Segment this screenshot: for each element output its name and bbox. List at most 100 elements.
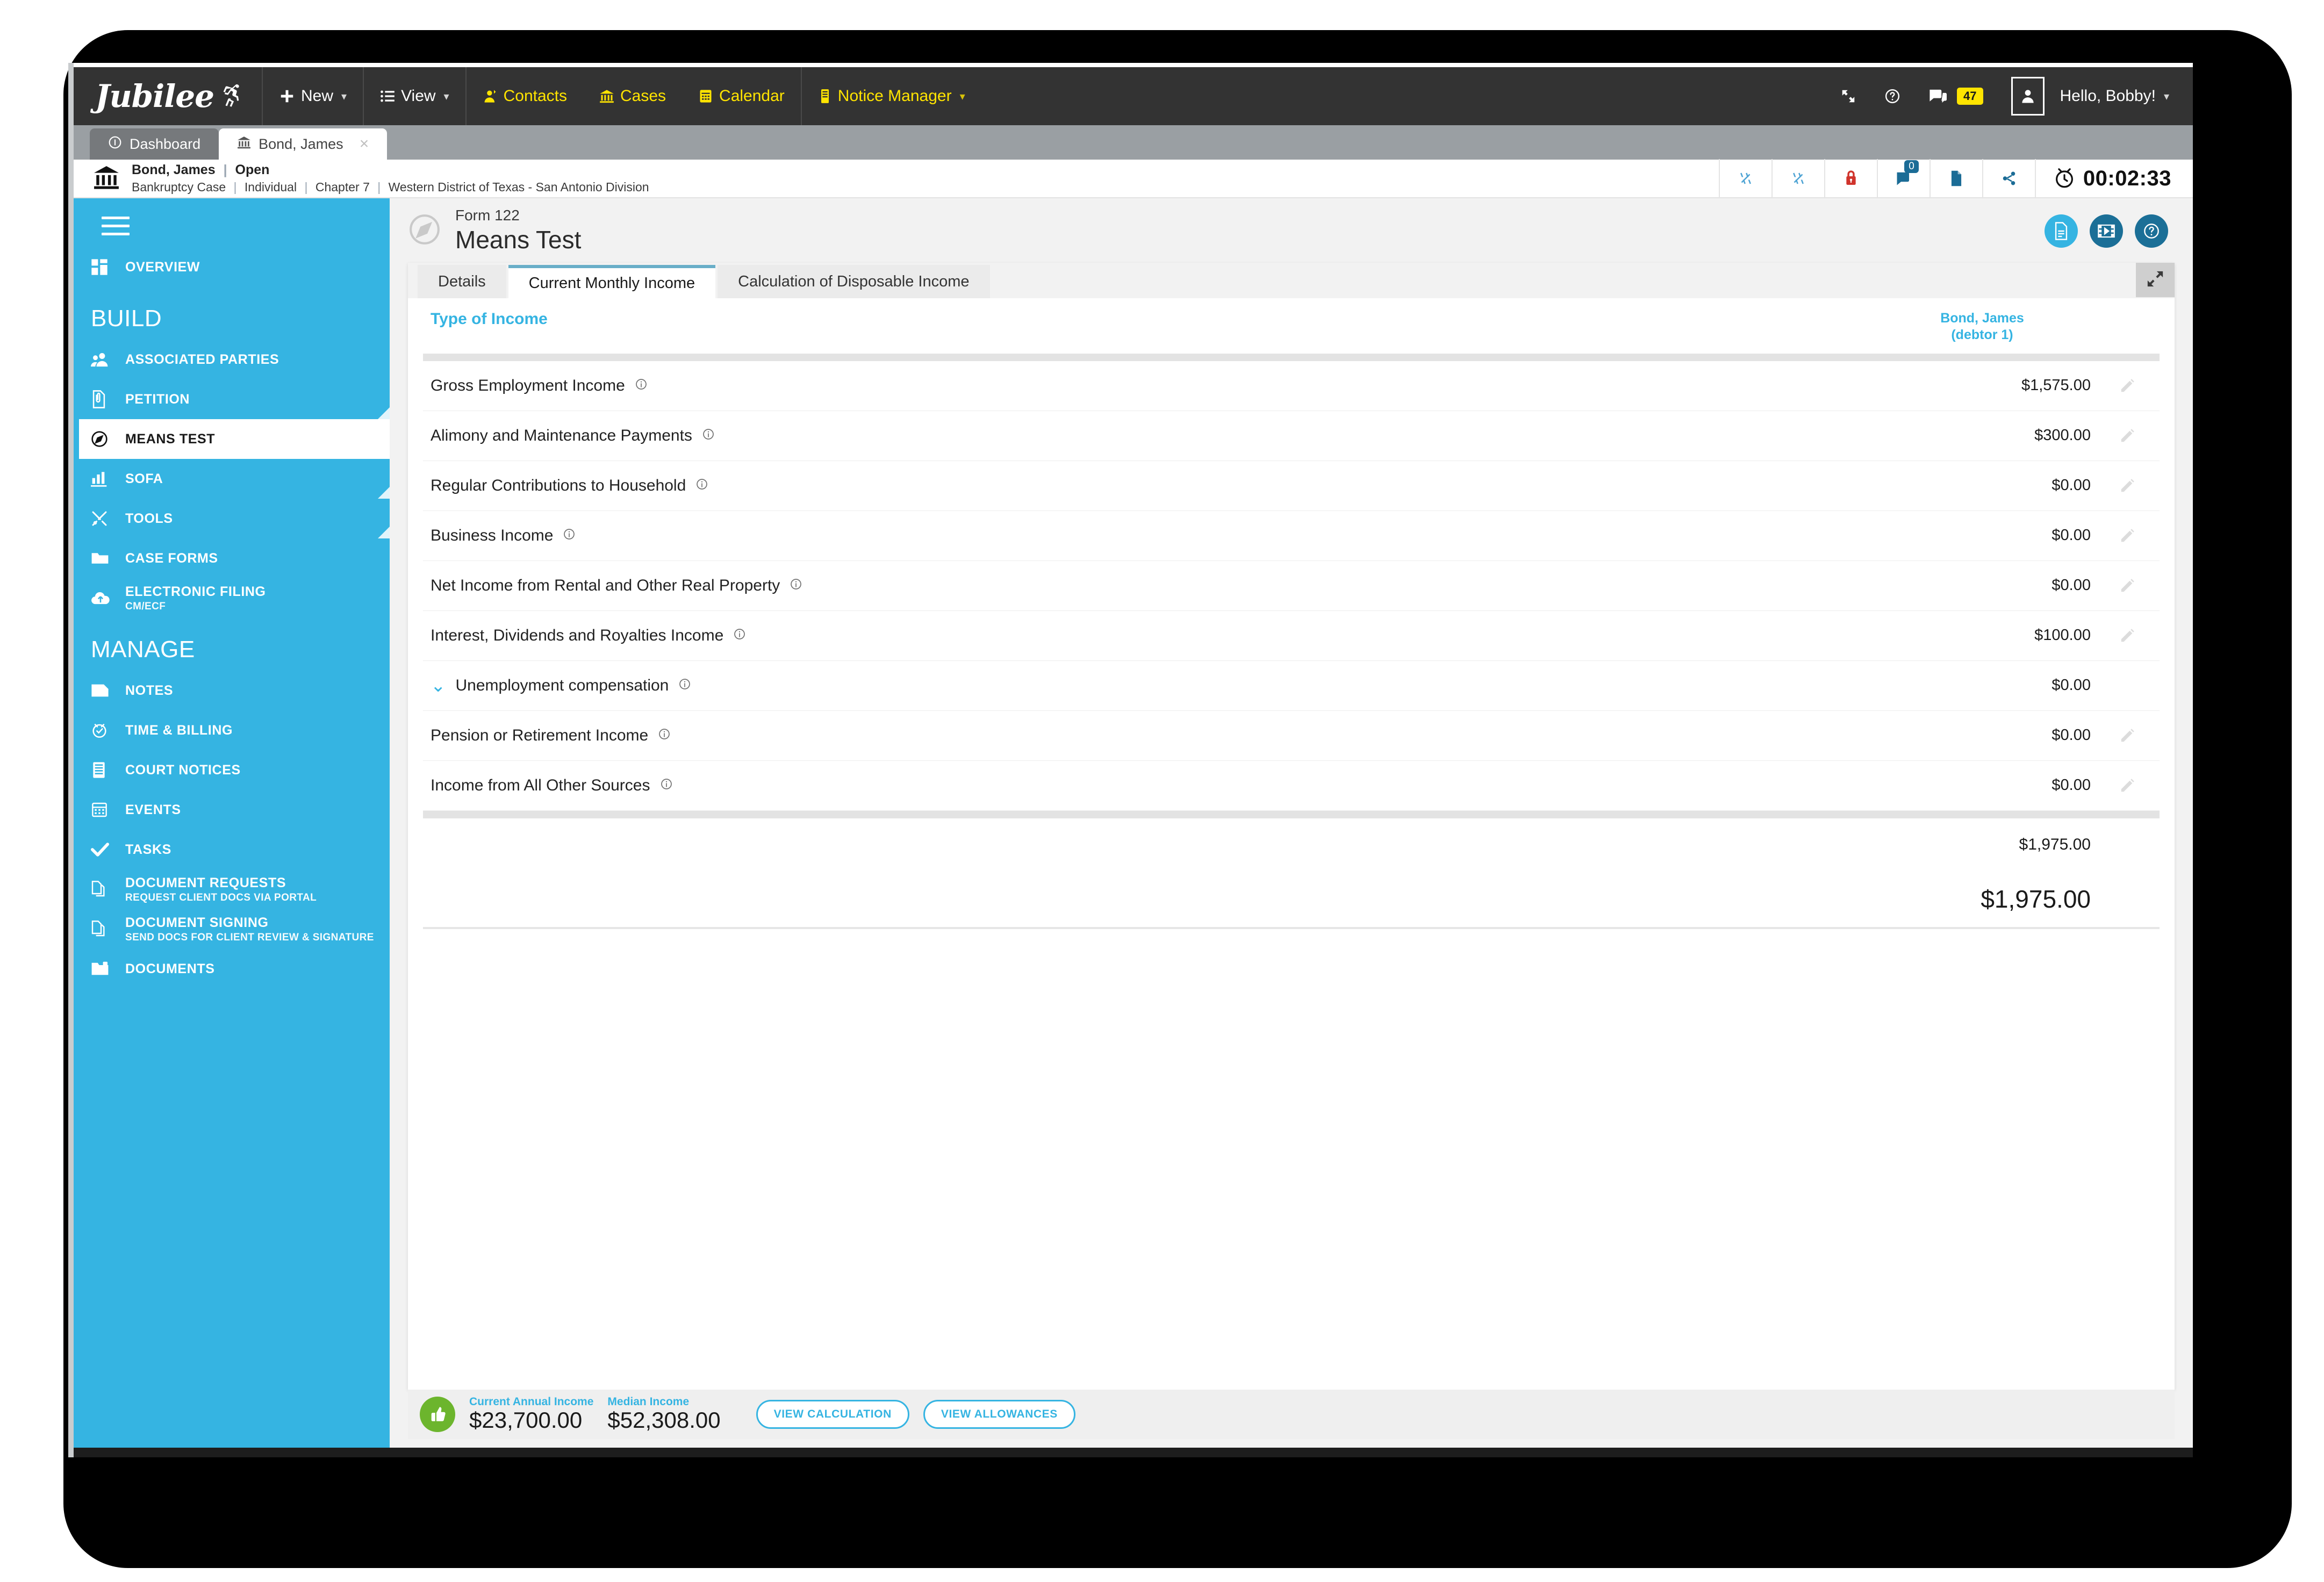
edit-pencil-icon[interactable] xyxy=(2095,628,2160,644)
sidebar-item-electronic-filing-sub: CM/ECF xyxy=(125,600,166,612)
sidebar: OVERVIEW BUILD ASSOCIATED PARTIES PETITI… xyxy=(74,198,390,1457)
lock-button[interactable] xyxy=(1824,159,1877,198)
no-sync-button-1[interactable] xyxy=(1718,159,1771,198)
app-logo[interactable]: Jubilee xyxy=(74,67,263,125)
info-icon[interactable] xyxy=(733,627,746,645)
edit-pencil-icon[interactable] xyxy=(2095,378,2160,394)
sidebar-item-events[interactable]: EVENTS xyxy=(74,790,390,830)
nav-item-calendar[interactable]: Calendar xyxy=(682,67,802,125)
table-row[interactable]: Business Income $0.00 xyxy=(423,511,2160,561)
info-icon[interactable] xyxy=(660,776,673,795)
help-circle-icon xyxy=(1884,88,1900,104)
info-icon[interactable] xyxy=(695,477,708,495)
view-calculation-button[interactable]: VIEW CALCULATION xyxy=(756,1400,909,1429)
sidebar-item-overview[interactable]: OVERVIEW xyxy=(74,247,390,287)
sidebar-item-tools-text: TOOLS xyxy=(125,511,173,527)
sidebar-item-tools-label: TOOLS xyxy=(125,510,173,526)
sidebar-item-court-notices[interactable]: COURT NOTICES xyxy=(74,750,390,790)
sidebar-item-sofa-text: SOFA xyxy=(125,471,163,487)
table-row[interactable]: Net Income from Rental and Other Real Pr… xyxy=(423,561,2160,611)
sidebar-item-document-requests[interactable]: DOCUMENT REQUESTS REQUEST CLIENT DOCS VI… xyxy=(74,869,390,909)
sidebar-item-tools[interactable]: TOOLS xyxy=(74,499,390,538)
edit-pencil-icon[interactable] xyxy=(2095,578,2160,594)
top-navigation-bar: Jubilee New ▾ View ▾ Contacts Cases Cale… xyxy=(74,67,2193,125)
column-header-debtor-role: (debtor 1) xyxy=(1951,327,2013,343)
edit-pencil-icon[interactable] xyxy=(2095,478,2160,494)
edit-pencil-icon[interactable] xyxy=(2095,728,2160,744)
tab-current-monthly-income[interactable]: Current Monthly Income xyxy=(508,265,716,298)
sidebar-item-associated-parties[interactable]: ASSOCIATED PARTIES xyxy=(74,340,390,379)
view-allowances-button[interactable]: VIEW ALLOWANCES xyxy=(923,1400,1075,1429)
tab-details[interactable]: Details xyxy=(418,265,506,298)
messages-button[interactable]: 47 xyxy=(1914,67,1997,125)
nav-item-view[interactable]: View ▾ xyxy=(364,67,467,125)
form-help-button[interactable] xyxy=(2135,214,2168,248)
sidebar-item-time-billing[interactable]: TIME & BILLING xyxy=(74,710,390,750)
sidebar-section-manage: MANAGE xyxy=(91,636,195,663)
nav-item-new[interactable]: New ▾ xyxy=(263,67,364,125)
sidebar-item-tasks[interactable]: TASKS xyxy=(74,830,390,869)
comments-button[interactable]: 0 xyxy=(1876,159,1930,198)
sidebar-item-document-signing[interactable]: DOCUMENT SIGNING SEND DOCS FOR CLIENT RE… xyxy=(74,909,390,949)
user-menu[interactable]: Hello, Bobby! ▾ xyxy=(1997,67,2169,125)
table-row[interactable]: Gross Employment Income $1,575.00 xyxy=(423,361,2160,411)
current-annual-income-label: Current Annual Income xyxy=(469,1396,594,1408)
table-row[interactable]: ⌄ Unemployment compensation $0.00 xyxy=(423,661,2160,711)
table-row[interactable]: Pension or Retirement Income $0.00 xyxy=(423,711,2160,761)
fullscreen-button[interactable] xyxy=(1826,67,1870,125)
check-icon xyxy=(91,842,125,858)
table-row[interactable]: Income from All Other Sources $0.00 xyxy=(423,761,2160,811)
nav-item-cases[interactable]: Cases xyxy=(583,67,682,125)
sidebar-item-documents[interactable]: DOCUMENTS xyxy=(74,949,390,989)
tab-calculation-of-disposable-income[interactable]: Calculation of Disposable Income xyxy=(718,265,990,298)
info-icon[interactable] xyxy=(790,577,802,595)
info-icon[interactable] xyxy=(702,427,715,445)
edit-pencil-icon[interactable] xyxy=(2095,778,2160,794)
no-sync-button-2[interactable] xyxy=(1771,159,1824,198)
column-header-type-of-income: Type of Income xyxy=(431,310,548,328)
plus-icon xyxy=(279,88,295,104)
expand-panel-button[interactable] xyxy=(2136,263,2175,297)
sidebar-item-sofa[interactable]: SOFA xyxy=(74,459,390,499)
expand-corner-icon xyxy=(378,407,390,419)
info-icon[interactable] xyxy=(658,727,671,745)
share-button[interactable] xyxy=(1982,159,2035,198)
table-row[interactable]: Regular Contributions to Household $0.00 xyxy=(423,461,2160,511)
chevron-down-icon[interactable]: ⌄ xyxy=(431,677,446,695)
nav-item-notice-manager[interactable]: Notice Manager ▾ xyxy=(802,67,981,125)
sidebar-item-means-test[interactable]: MEANS TEST xyxy=(74,419,390,459)
nav-item-contacts[interactable]: Contacts xyxy=(467,67,583,125)
edit-pencil-icon[interactable] xyxy=(2095,428,2160,444)
sidebar-toggle-button[interactable] xyxy=(102,217,130,235)
info-icon[interactable] xyxy=(678,677,691,695)
sidebar-item-electronic-filing-text: ELECTRONIC FILING CM/ECF xyxy=(125,584,266,613)
sidebar-item-electronic-filing[interactable]: ELECTRONIC FILING CM/ECF xyxy=(74,578,390,618)
view-document-button[interactable] xyxy=(2045,214,2078,248)
clock-icon xyxy=(91,722,125,739)
table-row[interactable]: Interest, Dividends and Royalties Income… xyxy=(423,611,2160,661)
sidebar-item-document-signing-sub: SEND DOCS FOR CLIENT REVIEW & SIGNATURE xyxy=(125,931,374,943)
edit-pencil-icon[interactable] xyxy=(2095,528,2160,544)
sidebar-item-document-signing-label: DOCUMENT SIGNING xyxy=(125,915,269,930)
info-icon[interactable] xyxy=(635,377,648,395)
window-tab-dashboard[interactable]: Dashboard xyxy=(90,128,219,160)
help-button[interactable] xyxy=(1870,67,1914,125)
current-annual-income-stat: Current Annual Income $23,700.00 xyxy=(469,1396,593,1433)
watch-video-button[interactable] xyxy=(2090,214,2123,248)
chevron-down-icon: ▾ xyxy=(341,90,347,103)
column-header-debtor-name: Bond, James xyxy=(1940,311,2024,326)
sidebar-section-build: BUILD xyxy=(91,305,162,332)
sidebar-item-petition[interactable]: PETITION xyxy=(74,379,390,419)
case-timer[interactable]: 00:02:33 xyxy=(2034,159,2193,198)
info-icon[interactable] xyxy=(563,527,576,545)
row-label-cell: Income from All Other Sources xyxy=(423,776,1869,795)
sidebar-item-notes[interactable]: NOTES xyxy=(74,671,390,710)
notices-icon xyxy=(91,761,125,779)
document-button[interactable] xyxy=(1929,159,1982,198)
hamburger-icon-line xyxy=(102,225,130,227)
table-row[interactable]: Alimony and Maintenance Payments $300.00 xyxy=(423,411,2160,461)
case-meta-chapter: Chapter 7 xyxy=(315,180,370,194)
window-tab-case[interactable]: Bond, James × xyxy=(219,128,388,160)
close-icon[interactable]: × xyxy=(360,136,369,152)
sidebar-item-case-forms[interactable]: CASE FORMS xyxy=(74,538,390,578)
